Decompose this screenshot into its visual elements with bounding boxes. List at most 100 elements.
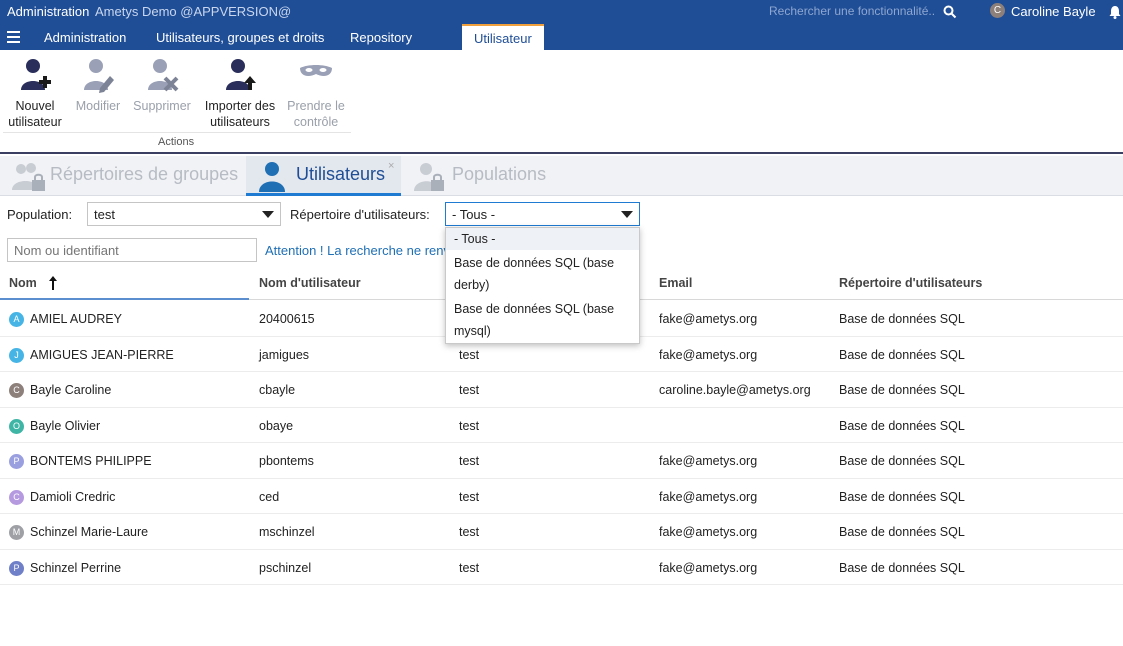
column-header-email[interactable]: Email: [659, 276, 692, 290]
mask-icon: [300, 65, 332, 76]
avatar: M: [9, 525, 24, 540]
tab-group-directories[interactable]: Répertoires de groupes: [0, 156, 240, 196]
cell-email: fake@ametys.org: [659, 525, 758, 539]
population-lock-icon: [414, 163, 444, 191]
cell-name: Damioli Credric: [30, 489, 116, 504]
cell-login: pbontems: [259, 454, 314, 468]
search-icon[interactable]: [943, 5, 957, 19]
table-row[interactable]: M Schinzel Marie-Laure mschinzel test fake@a…: [0, 514, 1123, 550]
app-title: Administration: [7, 4, 90, 19]
dropdown-option-all[interactable]: - Tous -: [446, 228, 639, 250]
user-directory-label: Répertoire d'utilisateurs:: [290, 207, 430, 222]
groups-lock-icon: [12, 163, 45, 191]
cell-population: test: [459, 560, 480, 575]
tab-administration[interactable]: Administration: [44, 30, 126, 45]
feature-search-input[interactable]: Rechercher une fonctionnalité...: [769, 4, 934, 18]
take-control-button[interactable]: Prendre le contrôle: [284, 56, 348, 130]
bell-icon[interactable]: [1107, 4, 1123, 20]
chevron-down-icon[interactable]: [621, 211, 633, 218]
table-row[interactable]: P BONTEMS PHILIPPE pbontems test fake@ametys…: [0, 443, 1123, 479]
cell-name: Bayle Olivier: [30, 418, 101, 433]
dropdown-option-label: Base de données SQL (base derby): [454, 256, 615, 292]
population-label: Population:: [7, 207, 73, 222]
user-delete-icon: [148, 59, 179, 92]
sort-ascending-icon[interactable]: [48, 276, 58, 290]
population-select[interactable]: test: [87, 202, 281, 226]
sorted-column-indicator: [0, 266, 249, 300]
table-row[interactable]: C Damioli Credric ced test fake@ametys.org Ba…: [0, 479, 1123, 514]
cell-email: caroline.bayle@ametys.org: [659, 383, 811, 397]
cell-directory: Base de données SQL: [839, 383, 965, 397]
avatar: O: [9, 418, 24, 434]
cell-population: test: [459, 383, 480, 397]
import-users-label: Importer des utilisateurs: [204, 99, 276, 129]
cell-directory: Base de données SQL: [839, 489, 965, 504]
ribbon-group-label: Actions: [158, 136, 195, 148]
tab-group-directories-label: Répertoires de groupes: [50, 164, 239, 184]
cell-population: test: [459, 489, 480, 504]
tab-repository[interactable]: Repository: [350, 30, 412, 45]
cell-login: ced: [259, 489, 280, 504]
table-row[interactable]: C Bayle Caroline cbayle test caroline.bayle@…: [0, 372, 1123, 408]
cell-login: cbayle: [259, 383, 296, 397]
avatar[interactable]: C: [990, 3, 1005, 18]
edit-user-label: Modifier: [75, 99, 121, 113]
cell-login: obaye: [259, 418, 294, 433]
cell-directory: Base de données SQL: [839, 560, 965, 575]
dropdown-option-label: - Tous -: [454, 232, 496, 246]
delete-user-button[interactable]: Supprimer: [131, 56, 193, 114]
dropdown-option-label: Base de données SQL (base mysql): [454, 302, 615, 338]
cell-population: test: [459, 347, 480, 362]
dropdown-option-derby[interactable]: Base de données SQL (base derby): [446, 252, 639, 296]
tab-populations-label: Populations: [452, 164, 547, 184]
tab-users-groups-rights[interactable]: Utilisateurs, groupes et droits: [156, 30, 324, 45]
cell-directory: Base de données SQL: [839, 454, 965, 468]
cell-name: Bayle Caroline: [30, 383, 112, 397]
cell-email: fake@ametys.org: [659, 454, 758, 468]
user-edit-icon: [84, 59, 114, 93]
cell-email: fake@ametys.org: [659, 560, 758, 575]
user-directory-select[interactable]: - Tous -: [445, 202, 640, 226]
column-header-login[interactable]: Nom d'utilisateur: [259, 276, 361, 290]
tool-tabs: Répertoires de groupes Utilisateurs Popu…: [0, 156, 1123, 196]
column-header-directory[interactable]: Répertoire d'utilisateurs: [839, 276, 982, 290]
take-control-label: Prendre le contrôle: [287, 99, 345, 129]
table-row[interactable]: O Bayle Olivier obaye test Base de données S…: [0, 408, 1123, 443]
cell-name: BONTEMS PHILIPPE: [30, 454, 152, 468]
tab-populations[interactable]: Populations: [405, 156, 565, 196]
cell-population: test: [459, 525, 480, 539]
avatar: C: [9, 489, 24, 505]
cell-directory: Base de données SQL: [839, 525, 965, 539]
chevron-down-icon[interactable]: [262, 211, 274, 218]
cell-directory: Base de données SQL: [839, 347, 965, 362]
name-search-input[interactable]: [7, 238, 257, 262]
avatar: J: [9, 347, 24, 363]
close-icon[interactable]: ×: [388, 160, 394, 172]
new-user-button[interactable]: Nouvel utilisateur: [7, 56, 63, 130]
tab-utilisateur[interactable]: Utilisateur: [462, 24, 544, 50]
tab-users-label: Utilisateurs: [296, 164, 386, 184]
top-bar: Administration Ametys Demo @APPVERSION@ …: [0, 0, 1123, 50]
search-warning-link[interactable]: Attention ! La recherche ne renvoie: [265, 243, 447, 258]
user-directory-value: - Tous -: [452, 207, 496, 222]
menu-icon[interactable]: [7, 31, 20, 43]
ribbon-divider: [3, 132, 351, 133]
cell-email: fake@ametys.org: [659, 312, 758, 326]
cell-login: mschinzel: [259, 525, 315, 539]
cell-email: fake@ametys.org: [659, 489, 758, 504]
tab-users[interactable]: Utilisateurs: [246, 156, 401, 196]
user-import-icon: [226, 59, 256, 90]
avatar: P: [9, 454, 24, 469]
import-users-button[interactable]: Importer des utilisateurs: [202, 56, 278, 130]
user-name[interactable]: Caroline Bayle: [1011, 4, 1096, 19]
avatar: A: [9, 312, 24, 327]
column-header-name[interactable]: Nom: [9, 276, 37, 290]
table-row[interactable]: P Schinzel Perrine pschinzel test fake@amety…: [0, 550, 1123, 585]
edit-user-button[interactable]: Modifier: [72, 56, 124, 114]
cell-directory: Base de données SQL: [839, 312, 965, 326]
cell-name: Schinzel Perrine: [30, 560, 122, 575]
dropdown-option-mysql[interactable]: Base de données SQL (base mysql): [446, 298, 639, 342]
cell-name: Schinzel Marie-Laure: [30, 525, 149, 539]
user-directory-dropdown: - Tous - Base de données SQL (base derby…: [445, 227, 640, 344]
cell-email: fake@ametys.org: [659, 347, 758, 362]
